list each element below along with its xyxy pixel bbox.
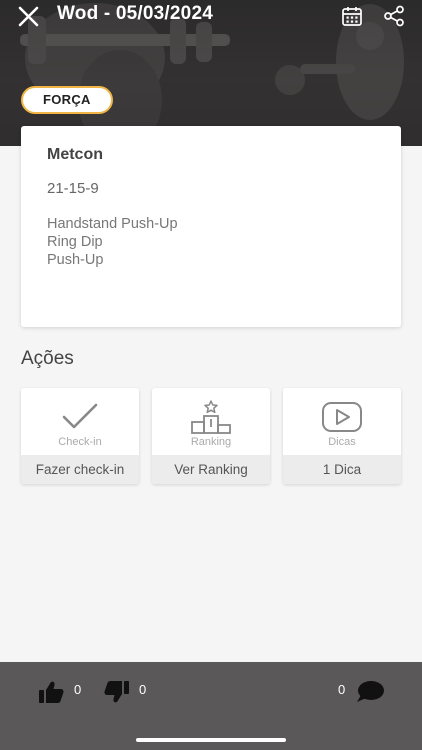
check-icon [62,403,98,429]
workout-rep-scheme: 21-15-9 [47,180,99,197]
tips-label: 1 Dica [283,455,401,484]
workout-title: Metcon [47,146,103,163]
actions-section-title: Ações [21,348,74,369]
movement-list: Handstand Push-Up Ring Dip Push-Up [47,215,375,269]
category-badge: FORÇA [21,86,113,114]
checkin-button[interactable]: Check-in Fazer check-in [21,388,139,484]
calendar-icon[interactable] [341,5,363,27]
likes-count: 0 [74,682,82,697]
close-icon[interactable] [16,4,42,30]
share-icon[interactable] [383,5,405,27]
dislikes-count: 0 [139,682,147,697]
reactions-bar: 0 0 0 [0,662,422,750]
movement-item: Handstand Push-Up [47,216,178,232]
play-icon [322,402,362,432]
actions-row: Check-in Fazer check-in Ranking Ver Rank… [21,388,401,484]
ranking-button[interactable]: Ranking Ver Ranking [152,388,270,484]
comments-count: 0 [338,682,346,697]
top-bar: Wod - 05/03/2024 [0,0,422,32]
checkin-sublabel: Check-in [58,436,102,448]
ranking-sublabel: Ranking [190,436,232,448]
thumbs-down-icon[interactable] [104,680,130,704]
page-title: Wod - 05/03/2024 [57,3,213,24]
tips-button[interactable]: Dicas 1 Dica [283,388,401,484]
thumbs-up-icon[interactable] [38,680,64,704]
tips-sublabel: Dicas [328,436,356,448]
movement-item: Push-Up [47,252,104,268]
movement-item: Ring Dip [47,234,103,250]
workout-card: Metcon 21-15-9 Handstand Push-Up Ring Di… [21,126,401,327]
podium-icon [191,400,231,434]
ranking-label: Ver Ranking [152,455,270,484]
checkin-label: Fazer check-in [21,455,139,484]
home-indicator [136,738,286,742]
comment-icon[interactable] [355,680,385,704]
